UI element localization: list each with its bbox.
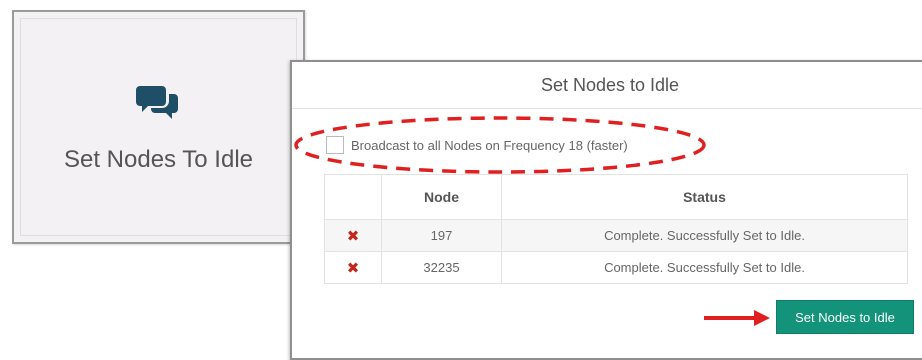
node-cell: 197 <box>381 219 502 252</box>
table-row: ✖ 197 Complete. Successfully Set to Idle… <box>324 219 908 252</box>
broadcast-option[interactable]: Broadcast to all Nodes on Frequency 18 (… <box>326 134 628 156</box>
status-cell: Complete. Successfully Set to Idle. <box>501 251 908 284</box>
table-row: ✖ 32235 Complete. Successfully Set to Id… <box>324 251 908 284</box>
column-header-status: Status <box>501 174 908 220</box>
nodes-table: Node Status ✖ 197 Complete. Successfully… <box>324 174 908 284</box>
red-arrow-annotation <box>704 310 770 326</box>
table-header-row: Node Status <box>324 174 908 220</box>
row-icon-cell: ✖ <box>324 251 382 284</box>
column-header-node: Node <box>381 174 502 220</box>
error-x-icon: ✖ <box>346 259 360 277</box>
broadcast-checkbox[interactable] <box>326 136 344 154</box>
column-header-icon <box>324 174 382 220</box>
error-x-icon: ✖ <box>346 227 360 245</box>
dialog-title: Set Nodes to Idle <box>292 62 922 109</box>
tile-label: Set Nodes To Idle <box>63 146 253 173</box>
set-nodes-to-idle-button[interactable]: Set Nodes to Idle <box>776 300 914 334</box>
set-nodes-idle-dialog: Set Nodes to Idle Broadcast to all Nodes… <box>290 60 922 360</box>
status-cell: Complete. Successfully Set to Idle. <box>501 219 908 252</box>
node-cell: 32235 <box>381 251 502 284</box>
row-icon-cell: ✖ <box>324 219 382 252</box>
broadcast-label: Broadcast to all Nodes on Frequency 18 (… <box>351 137 628 153</box>
tile-border <box>20 18 297 236</box>
set-nodes-to-idle-tile[interactable]: Set Nodes To Idle <box>12 10 305 244</box>
chat-bubbles-icon <box>136 86 178 119</box>
